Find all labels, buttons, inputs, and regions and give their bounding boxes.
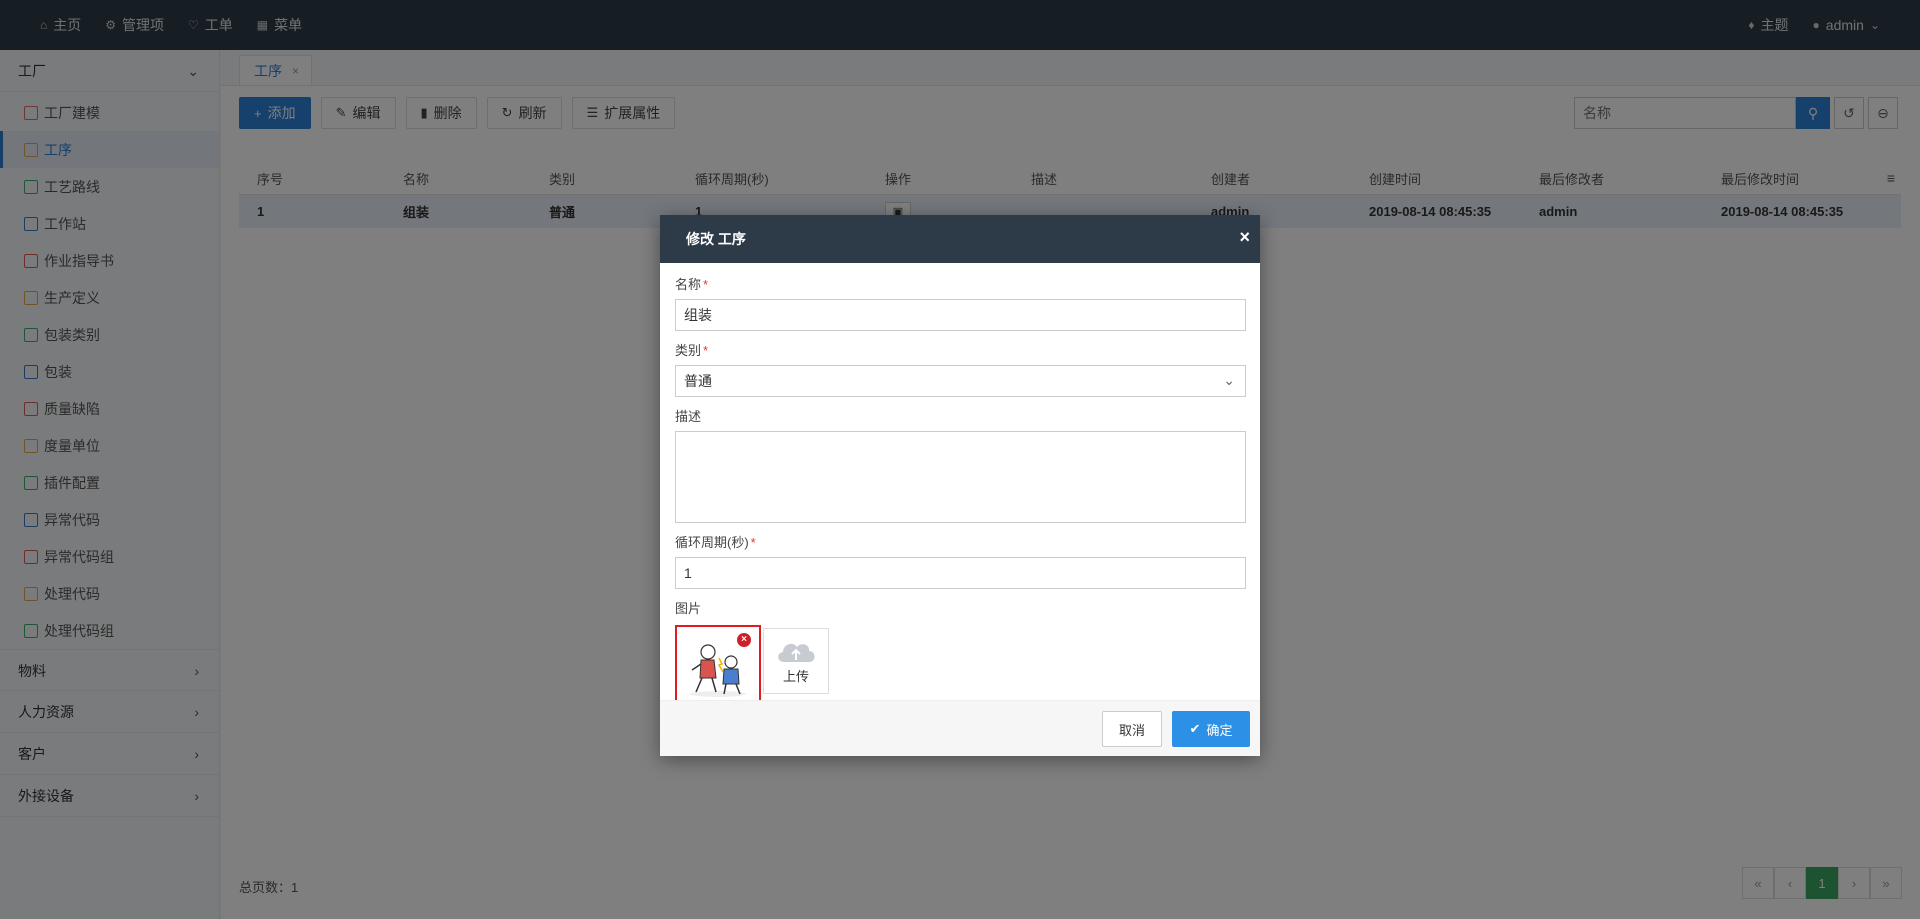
modal-body: 名称 * 组装 类别 * 普通 ⌄ 描述 循环周期(秒) * 1 图片 × 上传 <box>660 263 1260 711</box>
desc-textarea[interactable] <box>675 431 1246 523</box>
name-label-text: 名称 <box>675 277 702 292</box>
type-select[interactable]: 普通 ⌄ <box>675 365 1246 397</box>
confirm-label: 确定 <box>1206 722 1233 738</box>
image-list: × 上传 <box>675 625 1246 711</box>
modal-header: 修改 工序 × <box>660 215 1260 263</box>
name-field[interactable]: 组装 <box>675 299 1246 331</box>
chevron-down-icon: ⌄ <box>1223 372 1235 388</box>
image-label: 图片 <box>675 599 1246 619</box>
cancel-label: 取消 <box>1118 722 1145 738</box>
name-value: 组装 <box>684 307 712 323</box>
remove-image-icon[interactable]: × <box>737 633 751 647</box>
modal-title: 修改 工序 <box>686 231 746 247</box>
close-icon[interactable]: × <box>1239 227 1250 248</box>
cartoon-image <box>690 644 746 697</box>
modal-footer: 取消 ✔ 确定 <box>660 700 1260 756</box>
type-value: 普通 <box>684 373 712 389</box>
cycle-value: 1 <box>684 565 692 581</box>
upload-button[interactable]: 上传 <box>763 628 829 694</box>
type-label-text: 类别 <box>675 343 702 358</box>
check-icon: ✔ <box>1189 721 1201 736</box>
upload-label: 上传 <box>782 668 809 684</box>
desc-label-text: 描述 <box>675 409 702 424</box>
cloud-upload-icon <box>778 643 815 662</box>
edit-process-modal: 修改 工序 × 名称 * 组装 类别 * 普通 ⌄ 描述 循环周期(秒) * 1 图片 <box>660 215 1260 756</box>
confirm-button[interactable]: ✔ 确定 <box>1172 711 1250 747</box>
cycle-label-text: 循环周期(秒) <box>675 535 749 550</box>
desc-label: 描述 <box>675 407 1246 427</box>
image-label-text: 图片 <box>675 601 702 616</box>
cancel-button[interactable]: 取消 <box>1102 711 1162 747</box>
image-thumbnail[interactable]: × <box>675 625 761 711</box>
cycle-label: 循环周期(秒) * <box>675 533 1246 553</box>
required-mark: * <box>703 343 709 358</box>
type-label: 类别 * <box>675 341 1246 361</box>
required-mark: * <box>750 535 756 550</box>
name-label: 名称 * <box>675 275 1246 295</box>
required-mark: * <box>703 277 709 292</box>
cycle-field[interactable]: 1 <box>675 557 1246 589</box>
